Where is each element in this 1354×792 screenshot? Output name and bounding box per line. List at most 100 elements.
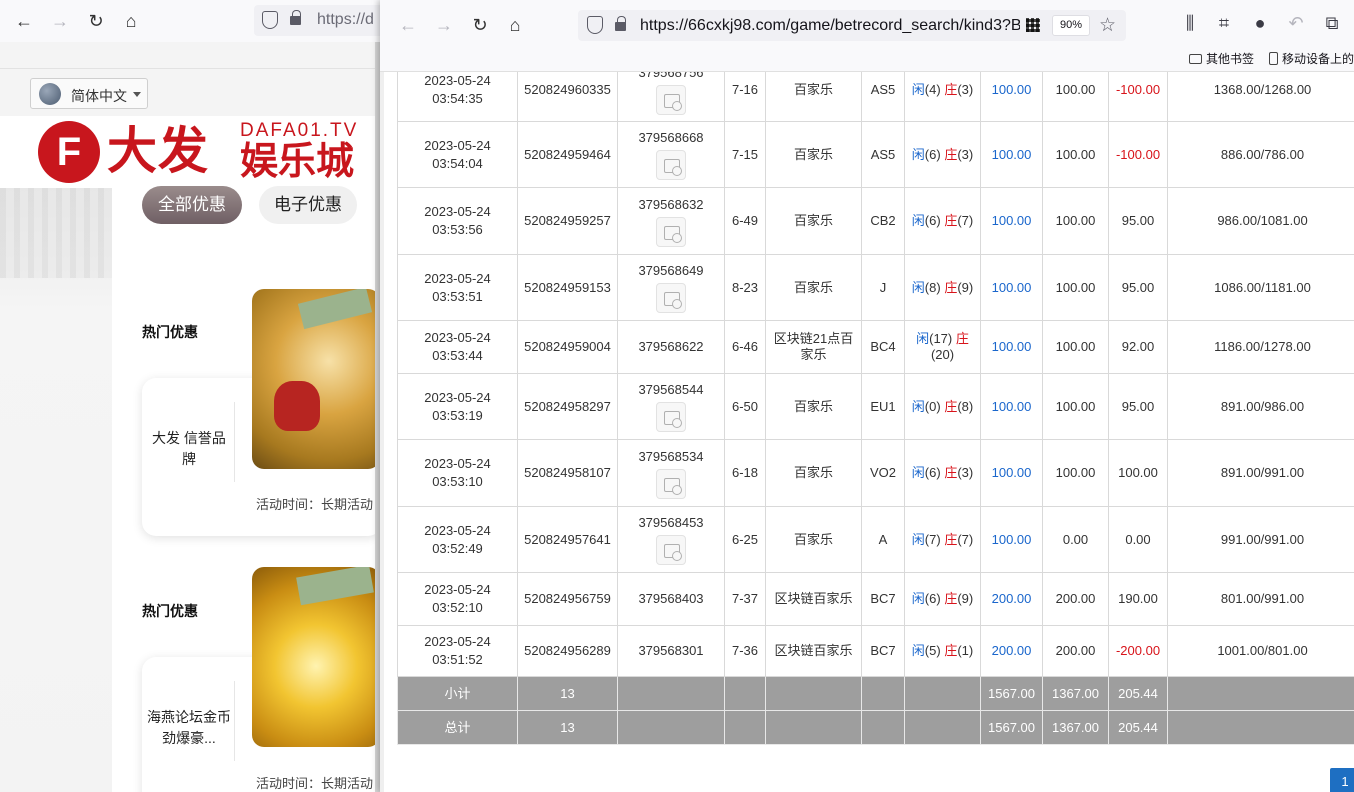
player-score: (4) <box>924 81 941 97</box>
video-replay-icon[interactable] <box>656 150 686 180</box>
tab-electronic-promotions[interactable]: 电子优惠 <box>259 186 357 224</box>
bet-time: 03:52:49 <box>432 540 483 556</box>
video-replay-icon[interactable] <box>656 85 686 115</box>
extensions-icon[interactable]: ⧉ <box>1320 13 1344 34</box>
url-text[interactable]: https://66cxkj98.com/game/betrecord_sear… <box>640 17 1020 35</box>
banker-score: (3) <box>957 146 974 162</box>
total-valid: 1367.00 <box>1042 710 1109 745</box>
win-loss: 100.00 <box>1118 465 1158 480</box>
site-logo[interactable]: F 大发 DAFA01.TV 娱乐城 <box>0 116 380 188</box>
page-scrollbar[interactable] <box>380 72 384 792</box>
total-row: 总计 13 1567.00 1367.00 205.44 <box>397 710 1354 745</box>
bookmark-other[interactable]: 其他书签 <box>1189 50 1254 67</box>
game-id: 379568453 <box>638 515 704 530</box>
bet-time: 03:53:51 <box>432 288 483 304</box>
game-name: 百家乐 <box>793 81 833 97</box>
pagination-page-button[interactable]: 1 <box>1330 768 1354 792</box>
player-score: (17) <box>929 331 953 346</box>
table-row: 2023-05-24 03:54:04 520824959464 379568668 7… <box>397 121 1354 188</box>
order-number-cell: 520824960335 <box>517 72 618 122</box>
bet-amount: 200.00 <box>991 591 1032 606</box>
game-id: 379568534 <box>638 448 704 464</box>
bookmark-star-icon[interactable]: ☆ <box>1099 14 1116 37</box>
game-id-cell: 379568649 <box>617 254 725 321</box>
game-id-cell: 379568632 <box>617 187 725 255</box>
game-id-cell: 379568453 <box>617 506 725 573</box>
player-label: 闲 <box>916 331 930 346</box>
section-title: 热门优惠 <box>142 324 198 340</box>
balance-cell: 801.00/991.00 <box>1167 572 1354 626</box>
qr-code-icon[interactable] <box>1026 18 1040 32</box>
valid-bet: 100.00 <box>1055 465 1096 480</box>
table-code-cell: BC7 <box>861 572 905 626</box>
chat-icon[interactable]: ● <box>1248 13 1272 34</box>
zoom-level[interactable]: 90% <box>1052 15 1090 36</box>
video-replay-icon[interactable] <box>656 216 686 247</box>
win-loss-cell: 95.00 <box>1108 373 1168 440</box>
forward-arrow-icon[interactable]: → <box>49 10 71 32</box>
subtotal-valid: 1367.00 <box>1042 676 1109 711</box>
video-replay-icon[interactable] <box>656 402 686 432</box>
banker-label: 庄 <box>944 643 958 658</box>
language-select[interactable]: 简体中文 <box>30 78 148 109</box>
game-name: 百家乐 <box>793 146 833 162</box>
bookmark-mobile[interactable]: 移动设备上的 <box>1269 50 1354 67</box>
result-cell: 闲(5) 庄(1) <box>904 625 981 677</box>
library-icon[interactable]: ⫼ <box>1178 13 1202 34</box>
table-code-cell: AS5 <box>861 72 905 122</box>
promo-card-brand: 海燕论坛金币劲爆豪... <box>147 709 231 746</box>
chevron-down-icon <box>133 92 141 97</box>
result-cell: 闲(6) 庄(9) <box>904 572 981 626</box>
home-icon[interactable]: ⌂ <box>504 14 526 36</box>
back-address-bar[interactable]: https://d <box>254 5 380 36</box>
address-bar[interactable]: https://66cxkj98.com/game/betrecord_sear… <box>578 10 1126 41</box>
game-name: 百家乐 <box>793 398 833 414</box>
video-replay-icon[interactable] <box>656 468 686 499</box>
game-name-cell: 区块链百家乐 <box>765 625 862 677</box>
player-score: (6) <box>924 146 941 162</box>
bet-date: 2023-05-24 <box>424 137 491 153</box>
reload-icon[interactable]: ↻ <box>85 10 107 32</box>
win-loss: 92.00 <box>1121 339 1155 354</box>
forward-arrow-icon[interactable]: → <box>433 14 455 36</box>
promo-image-dragon[interactable] <box>252 289 380 469</box>
game-name: 百家乐 <box>793 213 833 228</box>
bet-time: 03:53:10 <box>432 474 483 489</box>
banker-label: 庄 <box>944 146 958 162</box>
home-icon[interactable]: ⌂ <box>120 10 142 32</box>
round-number: 7-36 <box>731 643 759 658</box>
banker-score: (3) <box>957 81 974 97</box>
valid-bet: 100.00 <box>1055 279 1096 295</box>
valid-bet: 100.00 <box>1055 398 1096 414</box>
bet-amount: 100.00 <box>991 279 1032 295</box>
back-arrow-icon[interactable]: ← <box>397 14 419 36</box>
bet-time-cell: 2023-05-24 03:53:51 <box>397 254 518 321</box>
valid-bet: 200.00 <box>1055 643 1096 658</box>
bet-amount: 100.00 <box>991 339 1032 354</box>
video-replay-icon[interactable] <box>656 283 686 313</box>
video-replay-icon[interactable] <box>656 535 686 565</box>
bet-date: 2023-05-24 <box>424 389 491 405</box>
tab-all-promotions[interactable]: 全部优惠 <box>142 186 242 224</box>
round-number: 6-50 <box>731 398 759 414</box>
promo-image-gold[interactable] <box>252 567 380 747</box>
win-loss: -100.00 <box>1115 81 1161 97</box>
table-row: 2023-05-24 03:53:10 520824958107 379568534 6… <box>397 439 1354 507</box>
order-number-cell: 520824957641 <box>517 506 618 573</box>
promo-time: 活动时间：长期活动 <box>256 497 374 512</box>
back-arrow-icon[interactable]: ← <box>13 10 35 32</box>
balance-change: 891.00/986.00 <box>1220 398 1305 414</box>
undo-icon[interactable]: ↶ <box>1284 13 1308 34</box>
round-number: 8-23 <box>731 279 759 295</box>
reload-icon[interactable]: ↻ <box>469 14 491 36</box>
win-loss: 95.00 <box>1121 279 1155 295</box>
shield-icon[interactable] <box>587 16 603 34</box>
promo-time: 活动时间：长期活动 <box>256 776 374 791</box>
valid-bet-cell: 100.00 <box>1042 187 1109 255</box>
game-name-cell: 百家乐 <box>765 121 862 188</box>
lock-icon[interactable] <box>615 16 626 31</box>
bookmark-other-label: 其他书签 <box>1206 52 1255 66</box>
crop-icon[interactable]: ⌗ <box>1212 13 1236 34</box>
game-name: 区块链百家乐 <box>774 643 853 658</box>
table-code-cell: BC4 <box>861 320 905 374</box>
